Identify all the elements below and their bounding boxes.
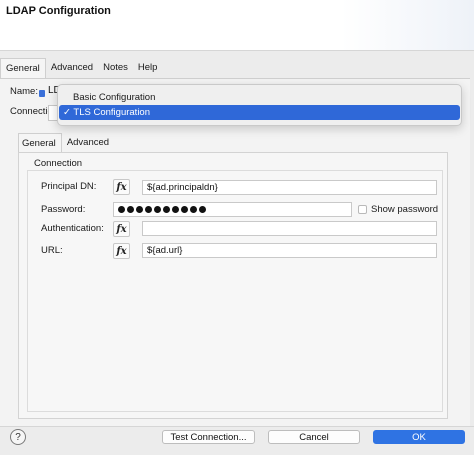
authentication-label: Authentication:	[41, 223, 104, 234]
fx-icon[interactable]: fx	[113, 179, 130, 195]
show-password-checkbox[interactable]	[358, 205, 367, 214]
dropdown-option-tls-configuration[interactable]: ✓ TLS Configuration	[59, 105, 460, 120]
dropdown-option-basic-configuration[interactable]: Basic Configuration	[59, 90, 460, 105]
inner-tab-advanced[interactable]: Advanced	[62, 133, 114, 153]
password-mask-dot	[145, 206, 152, 213]
password-label: Password:	[41, 204, 86, 215]
password-input[interactable]	[113, 202, 352, 217]
password-mask-dot	[118, 206, 125, 213]
principal-dn-input[interactable]: ${ad.principaldn}	[142, 180, 437, 195]
fx-icon[interactable]: fx	[113, 221, 130, 237]
name-label: Name:	[10, 86, 38, 97]
password-mask-dot	[172, 206, 179, 213]
url-label: URL:	[41, 245, 63, 256]
password-mask	[118, 204, 347, 215]
tab-notes[interactable]: Notes	[98, 58, 133, 78]
password-mask-dot	[181, 206, 188, 213]
inner-tab-bar: General Advanced	[18, 133, 114, 154]
ok-button[interactable]: OK	[373, 430, 465, 444]
password-mask-dot	[199, 206, 206, 213]
inner-tab-general[interactable]: General	[18, 133, 62, 154]
lock-icon	[39, 90, 45, 97]
connection-dropdown-menu: Basic Configuration ✓ TLS Configuration	[57, 84, 462, 126]
password-mask-dot	[154, 206, 161, 213]
test-connection-button[interactable]: Test Connection...	[162, 430, 255, 444]
password-mask-dot	[163, 206, 170, 213]
footer-divider	[0, 426, 474, 427]
dialog-title: LDAP Configuration	[6, 5, 111, 17]
fx-icon[interactable]: fx	[113, 243, 130, 259]
url-input[interactable]: ${ad.url}	[142, 243, 437, 258]
question-mark-circle-icon[interactable]: ?	[10, 429, 26, 445]
password-mask-dot	[127, 206, 134, 213]
tab-general[interactable]: General	[0, 58, 46, 79]
authentication-input[interactable]	[142, 221, 437, 236]
cancel-button[interactable]: Cancel	[268, 430, 360, 444]
principal-dn-label: Principal DN:	[41, 181, 97, 192]
tab-advanced[interactable]: Advanced	[46, 58, 98, 78]
tab-help[interactable]: Help	[133, 58, 163, 78]
password-mask-dot	[190, 206, 197, 213]
connection-section-title: Connection	[34, 158, 83, 169]
show-password-label: Show password	[371, 204, 439, 215]
top-tab-bar: General Advanced Notes Help	[0, 58, 163, 79]
password-mask-dot	[136, 206, 143, 213]
